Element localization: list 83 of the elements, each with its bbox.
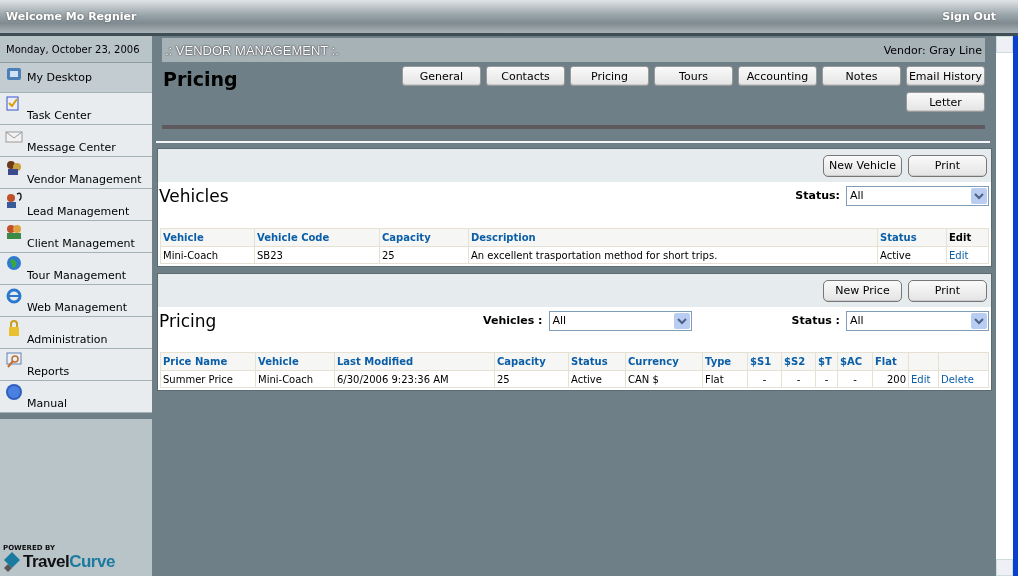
column-header[interactable]: $S1 bbox=[747, 352, 782, 371]
panel-button[interactable]: Print bbox=[908, 154, 987, 177]
menu-icon bbox=[5, 223, 23, 241]
panel-title: Pricing bbox=[159, 310, 218, 331]
table-cell: Flat bbox=[702, 370, 748, 388]
column-header[interactable]: Capacity bbox=[379, 228, 469, 247]
column-header[interactable]: Last Modified bbox=[334, 352, 495, 371]
menu-icon bbox=[5, 191, 23, 209]
table-cell: CAN $ bbox=[625, 370, 703, 388]
page-title: Pricing bbox=[163, 68, 238, 92]
scrollbar[interactable] bbox=[996, 36, 1018, 576]
panel-title: Vehicles bbox=[159, 185, 230, 206]
column-header[interactable]: Capacity bbox=[494, 352, 569, 371]
table-cell: 25 bbox=[494, 370, 569, 388]
filter-select[interactable]: All bbox=[846, 310, 989, 331]
column-header[interactable]: Currency bbox=[625, 352, 703, 371]
column-header[interactable]: $S2 bbox=[781, 352, 816, 371]
table-cell: Summer Price bbox=[160, 370, 256, 388]
table-cell: - bbox=[815, 370, 838, 388]
tab-button[interactable]: Tours bbox=[654, 66, 733, 86]
column-header[interactable]: Description bbox=[468, 228, 878, 247]
column-header[interactable]: Flat bbox=[872, 352, 909, 371]
filter-label: Status: bbox=[795, 189, 840, 202]
section-title: .: VENDOR MANAGEMENT :. bbox=[165, 42, 339, 58]
sidebar-item[interactable]: Task Center bbox=[0, 93, 152, 125]
table-cell: 6/30/2006 9:23:36 AM bbox=[334, 370, 495, 388]
filter-select[interactable]: All bbox=[846, 185, 989, 206]
menu-icon bbox=[5, 383, 23, 401]
table-cell: SB23 bbox=[254, 246, 380, 264]
menu-icon bbox=[5, 65, 23, 83]
sidebar-item[interactable]: Web Management bbox=[0, 285, 152, 317]
tab-button[interactable]: Contacts bbox=[486, 66, 565, 86]
table-cell: 200 bbox=[872, 370, 909, 388]
column-header[interactable]: $AC bbox=[837, 352, 873, 371]
table-cell: Active bbox=[568, 370, 626, 388]
menu-icon bbox=[5, 159, 23, 177]
sidebar-item[interactable]: Client Management bbox=[0, 221, 152, 253]
panel-button[interactable]: Print bbox=[908, 279, 987, 302]
panel-button[interactable]: New Price bbox=[823, 279, 902, 302]
column-header[interactable]: Status bbox=[877, 228, 947, 247]
filter-label: Status : bbox=[791, 314, 840, 327]
sidebar-item[interactable]: Vendor Management bbox=[0, 157, 152, 189]
table-cell: Mini-Coach bbox=[160, 246, 255, 264]
filter-label: Vehicles : bbox=[483, 314, 543, 327]
sidebar-item[interactable]: Reports bbox=[0, 349, 152, 381]
table-cell: - bbox=[781, 370, 816, 388]
table-cell: An excellent trasportation method for short trips. bbox=[468, 246, 878, 264]
tab-button[interactable]: Notes bbox=[822, 66, 901, 86]
sidebar-item[interactable]: Lead Management bbox=[0, 189, 152, 221]
menu-icon bbox=[5, 351, 23, 369]
tab-button[interactable]: Letter bbox=[906, 92, 985, 112]
column-header[interactable]: Vehicle bbox=[160, 228, 255, 247]
column-header[interactable]: Vehicle Code bbox=[254, 228, 380, 247]
logo-text: TravelCurve bbox=[23, 552, 115, 572]
scroll-down-button[interactable] bbox=[996, 559, 1013, 576]
column-header[interactable]: Vehicle bbox=[255, 352, 335, 371]
logo-icon bbox=[3, 552, 21, 572]
table-cell: - bbox=[837, 370, 873, 388]
table-cell: - bbox=[747, 370, 782, 388]
column-header[interactable]: Status bbox=[568, 352, 626, 371]
column-header[interactable]: Price Name bbox=[160, 352, 256, 371]
column-header[interactable]: Type bbox=[702, 352, 748, 371]
tab-button[interactable]: General bbox=[402, 66, 481, 86]
vendor-text: Vendor: Gray Line bbox=[883, 43, 982, 57]
table-cell: Active bbox=[877, 246, 947, 264]
menu-icon bbox=[5, 287, 23, 305]
sidebar-item[interactable]: Message Center bbox=[0, 125, 152, 157]
filter-select[interactable]: All bbox=[548, 310, 692, 331]
sidebar-item[interactable]: Tour Management bbox=[0, 253, 152, 285]
menu-icon bbox=[5, 255, 23, 273]
tab-button[interactable]: Email History bbox=[906, 66, 985, 86]
sidebar-item[interactable]: My Desktop bbox=[0, 63, 152, 93]
table-cell: Mini-Coach bbox=[255, 370, 335, 388]
tab-button[interactable]: Pricing bbox=[570, 66, 649, 86]
column-header[interactable]: $T bbox=[815, 352, 838, 371]
panel-button[interactable]: New Vehicle bbox=[823, 154, 902, 177]
column-header: Edit bbox=[946, 228, 989, 247]
sidebar-item[interactable]: Administration bbox=[0, 317, 152, 349]
table-cell: 25 bbox=[379, 246, 469, 264]
welcome-text: Welcome Mo Regnier bbox=[6, 10, 137, 23]
scroll-up-button[interactable] bbox=[996, 36, 1013, 53]
sidebar-item[interactable]: Manual bbox=[0, 381, 152, 413]
tab-button[interactable]: Accounting bbox=[738, 66, 817, 86]
